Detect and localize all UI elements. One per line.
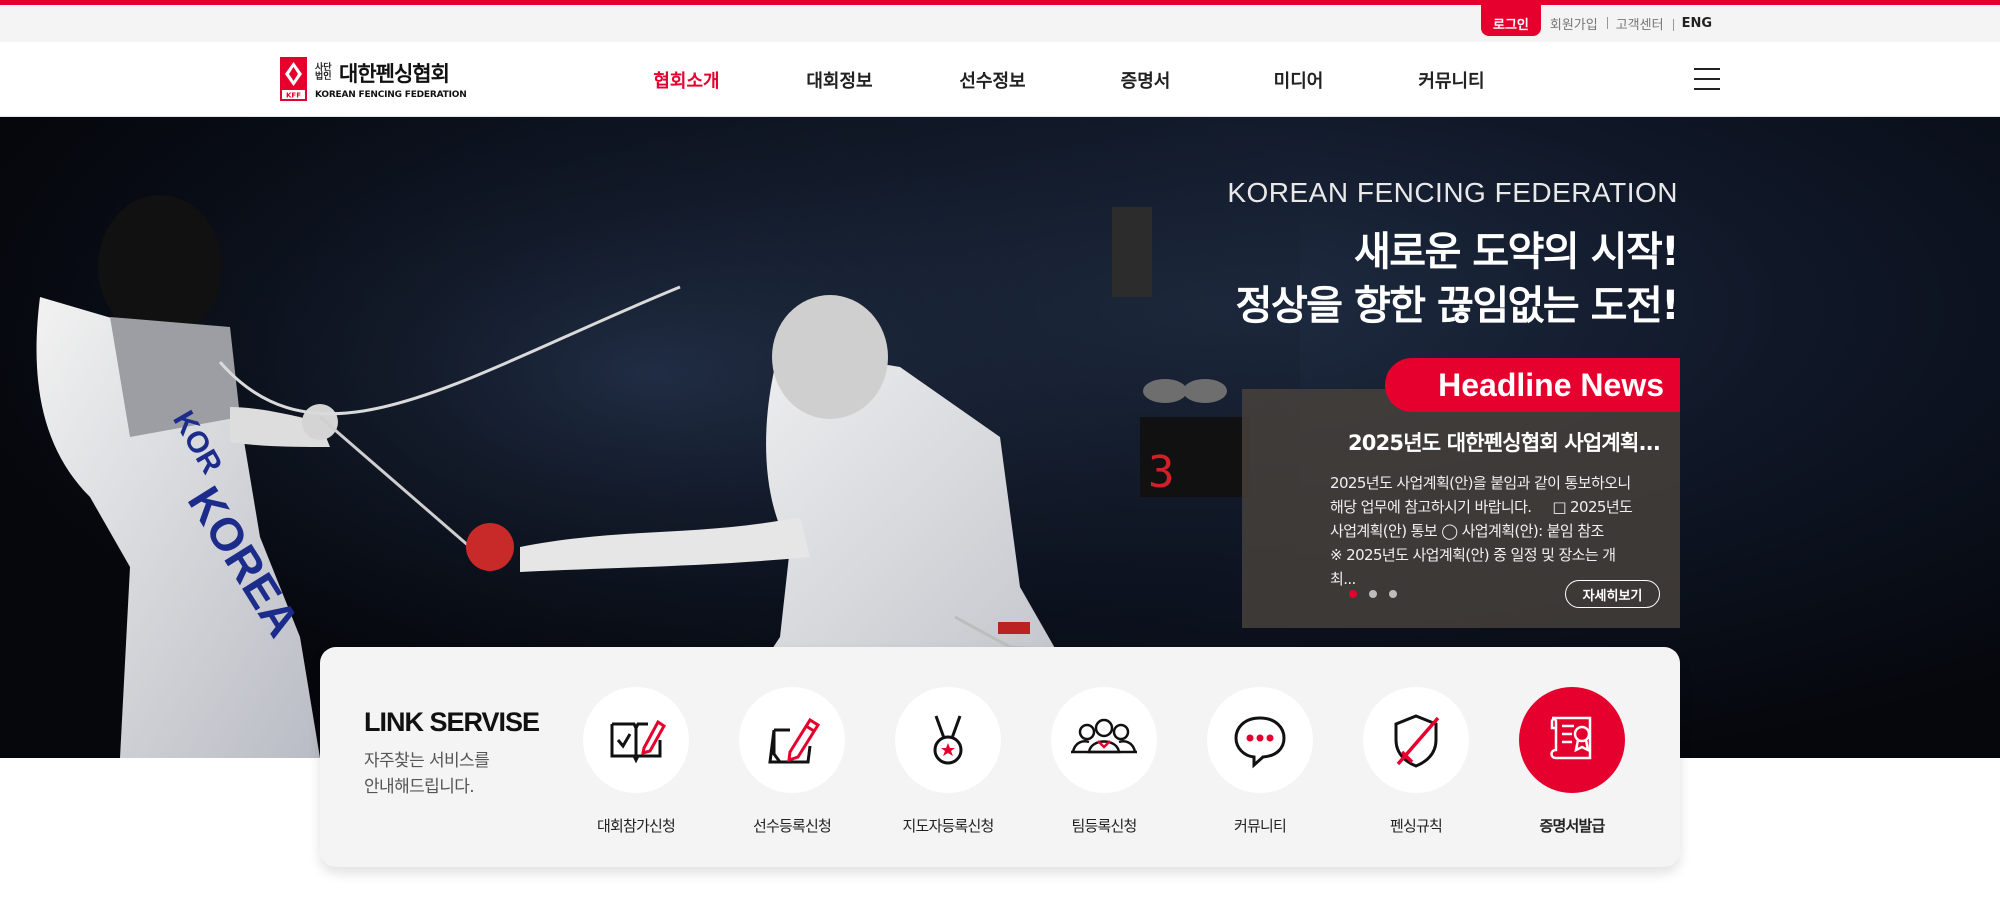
hero-title-line-1: 새로운 도약의 시작! bbox=[1354, 229, 1679, 275]
nav-item-media[interactable]: 미디어 bbox=[1222, 42, 1375, 117]
chat-bubble-icon bbox=[1234, 716, 1286, 769]
headline-news-body-line: 2025년도 사업계획(안)을 붙임과 같이 통보하오니 bbox=[1330, 474, 1631, 492]
service-athlete-registration[interactable]: 선수등록신청 bbox=[732, 687, 852, 836]
shield-sword-icon bbox=[1394, 714, 1440, 768]
headline-news-tab: Headline News bbox=[1385, 358, 1680, 412]
link-service-panel: LINK SERVISE 자주찾는 서비스를 안내해드립니다. 대회참가신청 선… bbox=[320, 647, 1680, 867]
slide-dot-3[interactable] bbox=[1389, 590, 1397, 598]
headline-news-title[interactable]: 2025년도 대한펜싱협회 사업계획... bbox=[1262, 427, 1661, 457]
nav-item-community[interactable]: 커뮤니티 bbox=[1375, 42, 1528, 117]
checkbook-icon bbox=[610, 719, 666, 764]
scoreboard-digit: 3 bbox=[1148, 447, 1175, 498]
link-service-desc: 자주찾는 서비스를 안내해드립니다. bbox=[364, 751, 490, 797]
english-link[interactable]: ENG bbox=[1672, 16, 1721, 31]
nav-item-about[interactable]: 협회소개 bbox=[610, 42, 763, 117]
more-button[interactable]: 자세히보기 bbox=[1565, 580, 1660, 608]
site-header: KFF 사단 법인 대한펜싱협회 KOREAN FENCING FEDERATI… bbox=[0, 42, 2000, 117]
service-community[interactable]: 커뮤니티 bbox=[1200, 687, 1320, 836]
medal-icon bbox=[933, 715, 963, 765]
headline-news-body: 2025년도 사업계획(안)을 붙임과 같이 통보하오니 해당 업무에 참고하시… bbox=[1330, 471, 1640, 591]
kff-emblem-icon: KFF bbox=[280, 57, 307, 101]
nav-item-competition[interactable]: 대회정보 bbox=[763, 42, 916, 117]
service-label: 팀등록신청 bbox=[1071, 817, 1137, 835]
service-team-registration[interactable]: 팀등록신청 bbox=[1044, 687, 1164, 836]
headline-news-controls: 자세히보기 bbox=[1242, 580, 1680, 608]
headline-news-box: 2025년도 대한펜싱협회 사업계획... 2025년도 사업계획(안)을 붙임… bbox=[1242, 389, 1680, 628]
service-label: 지도자등록신청 bbox=[902, 817, 994, 835]
logo-name-kr: 대한펜싱협회 bbox=[339, 62, 450, 86]
hero-copy: KOREAN FENCING FEDERATION 새로운 도약의 시작! 정상… bbox=[1227, 177, 1680, 333]
pen-form-icon bbox=[768, 717, 821, 764]
team-icon bbox=[1071, 718, 1137, 754]
certificate-icon bbox=[1550, 716, 1592, 760]
service-coach-registration[interactable]: 지도자등록신청 bbox=[888, 687, 1008, 836]
service-label: 커뮤니티 bbox=[1233, 817, 1287, 835]
link-service-header: LINK SERVISE 자주찾는 서비스를 안내해드립니다. bbox=[364, 707, 540, 800]
menu-icon[interactable] bbox=[1694, 68, 1720, 90]
logo-name-en: KOREAN FENCING FEDERATION bbox=[315, 90, 467, 100]
hero-title-line-2: 정상을 향한 끊임없는 도전! bbox=[1235, 283, 1680, 329]
service-competition-entry[interactable]: 대회참가신청 bbox=[576, 687, 696, 836]
service-label: 펜싱규칙 bbox=[1389, 817, 1443, 835]
nav-item-certificate[interactable]: 증명서 bbox=[1069, 42, 1222, 117]
hero-title: 새로운 도약의 시작! 정상을 향한 끊임없는 도전! bbox=[1227, 225, 1680, 333]
slide-dot-2[interactable] bbox=[1369, 590, 1377, 598]
logo-prefix: 사단 법인 bbox=[315, 63, 332, 82]
nav-item-athlete[interactable]: 선수정보 bbox=[916, 42, 1069, 117]
service-certificate-issuance[interactable]: 증명서발급 bbox=[1512, 687, 1632, 836]
headline-news-body-line: 해당 업무에 참고하시기 바랍니다. □ 2025년도 bbox=[1330, 498, 1633, 516]
slide-dot-1[interactable] bbox=[1349, 590, 1357, 598]
logo-mark-letters: KFF bbox=[286, 92, 301, 100]
service-label: 선수등록신청 bbox=[752, 817, 832, 835]
service-fencing-rules[interactable]: 펜싱규칙 bbox=[1356, 687, 1476, 836]
utility-nav: 로그인 회원가입 고객센터 ENG bbox=[1480, 5, 1721, 42]
site-logo[interactable]: KFF 사단 법인 대한펜싱협회 KOREAN FENCING FEDERATI… bbox=[280, 56, 467, 102]
main-nav: 협회소개 대회정보 선수정보 증명서 미디어 커뮤니티 bbox=[610, 42, 1528, 117]
login-button[interactable]: 로그인 bbox=[1480, 5, 1541, 36]
service-label: 대회참가신청 bbox=[596, 817, 676, 835]
customer-center-link[interactable]: 고객센터 bbox=[1606, 14, 1673, 33]
headline-news-body-line: 사업계획(안) 통보 ◯ 사업계획(안): 붙임 참조 bbox=[1330, 522, 1604, 540]
headline-news-panel: 2025년도 대한펜싱협회 사업계획... 2025년도 사업계획(안)을 붙임… bbox=[1242, 358, 1680, 628]
link-service-title: LINK SERVISE bbox=[364, 707, 540, 737]
signup-link[interactable]: 회원가입 bbox=[1541, 14, 1607, 33]
service-label: 증명서발급 bbox=[1539, 817, 1605, 835]
hero-eyebrow: KOREAN FENCING FEDERATION bbox=[1227, 177, 1678, 208]
utility-bar: 로그인 회원가입 고객센터 ENG bbox=[0, 0, 2000, 42]
